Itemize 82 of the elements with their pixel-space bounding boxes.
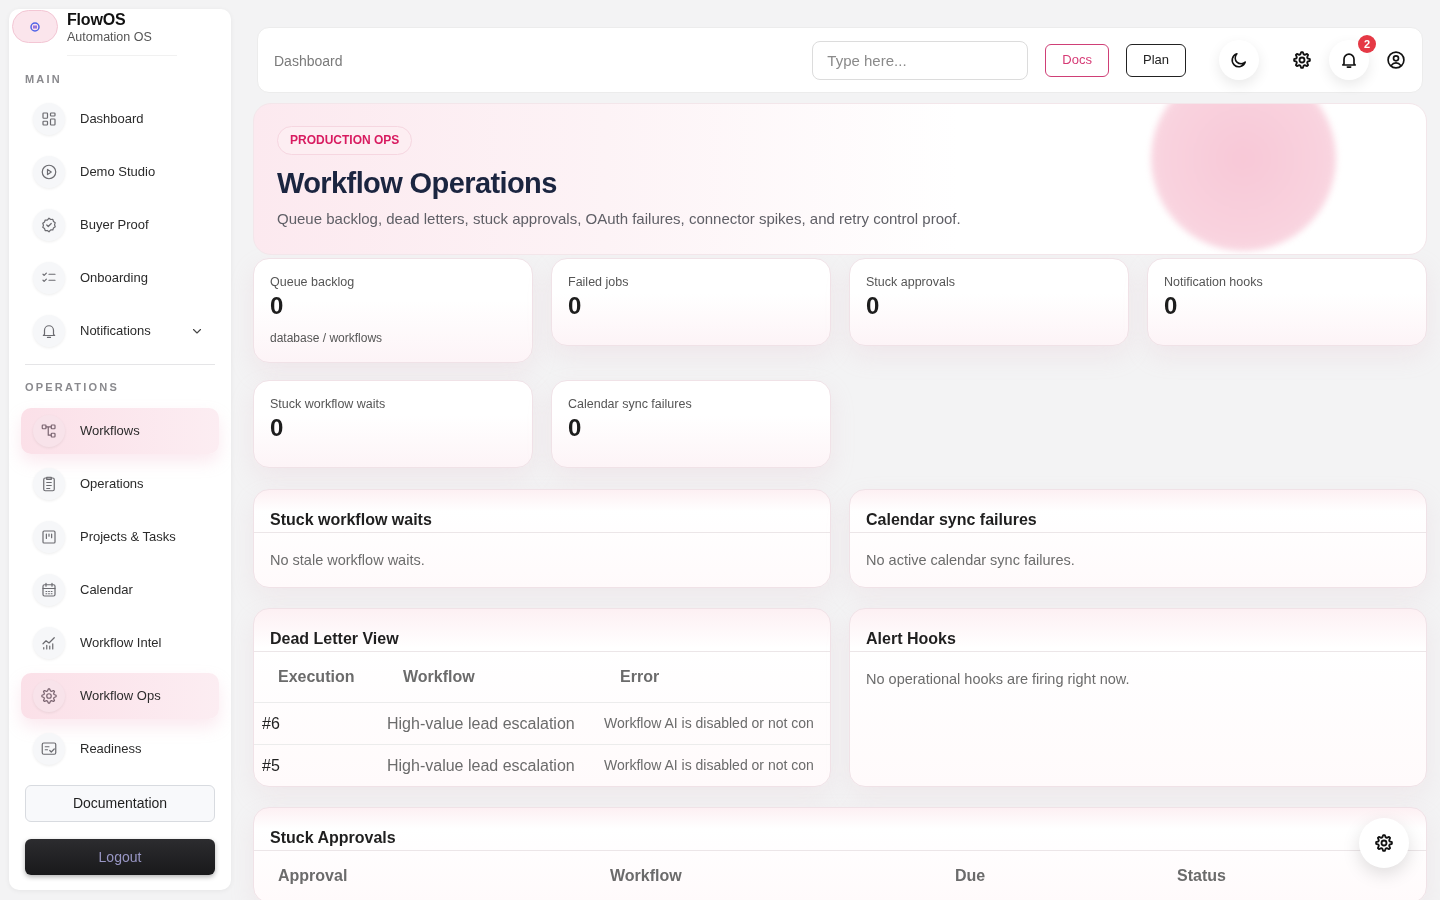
gear-icon (1292, 50, 1312, 70)
stat-label: Stuck workflow waits (270, 396, 386, 412)
stat-label: Stuck approvals (866, 274, 955, 290)
table-cell: #6 (262, 714, 280, 732)
empty-message: No stale workflow waits. (270, 551, 425, 569)
stat-label: Calendar sync failures (568, 396, 692, 412)
sidebar-item[interactable]: Calendar (21, 567, 219, 613)
section-badge: PRODUCTION OPS (277, 126, 413, 155)
breadcrumb-text: Dashboard (274, 52, 343, 71)
empty-message: No operational hooks are firing right now. (866, 670, 1130, 688)
theme-toggle-button[interactable] (1219, 40, 1259, 80)
notification-badge: 2 (1358, 35, 1376, 53)
calendar-icon (33, 574, 65, 606)
page-title: Workflow Operations (277, 166, 557, 200)
documentation-button[interactable]: Documentation (25, 785, 215, 822)
panel-title: Dead Letter View (270, 629, 399, 648)
column-header: Due (955, 867, 986, 885)
gear-icon (33, 680, 65, 712)
profile-button[interactable] (1386, 50, 1406, 70)
sidebar-item[interactable]: Demo Studio (21, 149, 219, 195)
clipboard-icon (33, 468, 65, 500)
column-header: Status (1177, 867, 1226, 885)
table-cell: High-value lead escalation (387, 756, 575, 774)
table-cell: High-value lead escalation (387, 714, 575, 732)
bell-icon (1339, 50, 1359, 70)
checklist-icon (33, 262, 65, 294)
sidebar-item[interactable]: Readiness (21, 726, 219, 772)
sidebar-item[interactable]: Workflows (21, 408, 219, 454)
notifications-button[interactable] (1329, 40, 1369, 80)
panel-title: Alert Hooks (866, 629, 956, 648)
brand-name: FlowOS (67, 11, 126, 29)
column-header: Approval (278, 867, 348, 885)
panel-title: Calendar sync failures (866, 510, 1037, 529)
plan-button[interactable]: Plan (1125, 43, 1186, 77)
user-circle-icon (1386, 50, 1406, 70)
sidebar-item[interactable]: Operations (21, 461, 219, 507)
logo-icon (12, 10, 58, 43)
empty-message: No active calendar sync failures. (866, 551, 1075, 569)
play-icon (33, 156, 65, 188)
section-label: MAIN (25, 73, 62, 86)
grid-icon (33, 103, 65, 135)
table-cell: Workflow AI is disabled or not con (604, 714, 814, 731)
column-header: Error (620, 668, 660, 686)
badge-check-icon (33, 209, 65, 241)
stat-value: 0 (1164, 292, 1178, 320)
stat-note: database / workflows (270, 330, 383, 346)
stat-label: Queue backlog (270, 274, 355, 290)
sidebar-item[interactable]: Projects & Tasks (21, 514, 219, 560)
column-header: Workflow (403, 668, 475, 686)
settings-button[interactable] (1292, 50, 1312, 70)
checklist-card-icon (33, 733, 65, 765)
moon-icon (1229, 50, 1249, 70)
stat-value: 0 (270, 414, 284, 442)
sidebar-item[interactable]: Buyer Proof (21, 202, 219, 248)
column-header: Workflow (610, 867, 682, 885)
stat-value: 0 (568, 292, 582, 320)
kanban-icon (33, 521, 65, 553)
sidebar-item[interactable]: Notifications (21, 308, 219, 354)
panel-title: Stuck Approvals (270, 828, 396, 847)
table-cell: #5 (262, 756, 280, 774)
logout-button[interactable]: Logout (25, 839, 215, 875)
stat-value: 0 (568, 414, 582, 442)
sidebar-item[interactable]: Onboarding (21, 255, 219, 301)
brand-tagline: Automation OS (67, 30, 152, 45)
sidebar-item[interactable]: Workflow Ops (21, 673, 219, 719)
stat-label: Failed jobs (568, 274, 629, 290)
sidebar-item[interactable]: Workflow Intel (21, 620, 219, 666)
chart-icon (33, 627, 65, 659)
bell-icon (33, 315, 65, 347)
column-header: Execution (278, 668, 355, 686)
gear-icon (1374, 833, 1394, 853)
sidebar-item[interactable]: Dashboard (21, 96, 219, 142)
stat-label: Notification hooks (1164, 274, 1263, 290)
panel-title: Stuck workflow waits (270, 510, 432, 529)
flowchart-icon (33, 415, 65, 447)
page-subtitle: Queue backlog, dead letters, stuck approvals, OAuth failures, connector spikes, and retry control proof. (277, 210, 961, 228)
stat-value: 0 (270, 292, 284, 320)
docs-button[interactable]: Docs (1045, 43, 1109, 77)
search-field[interactable]: Type here... (812, 40, 1029, 80)
stat-value: 0 (866, 292, 880, 320)
table-cell: Workflow AI is disabled or not con (604, 756, 814, 773)
section-label: OPERATIONS (25, 381, 119, 394)
